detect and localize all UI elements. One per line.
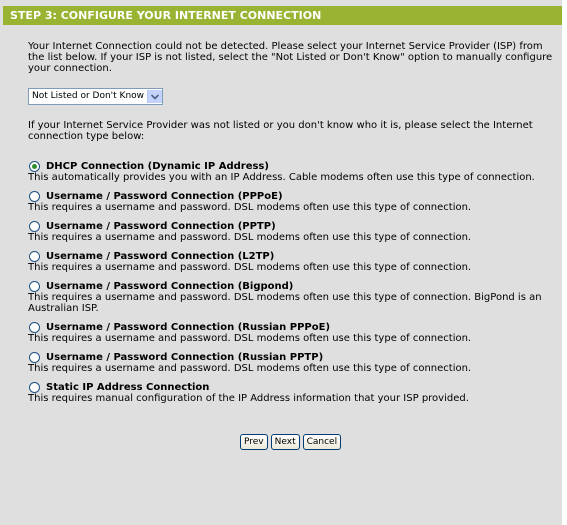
option-description: This requires a username and password. D… (28, 232, 472, 243)
radio-static-ip[interactable] (29, 381, 40, 393)
option-russian-pptp: Username / Password Connection (Russian … (28, 351, 557, 374)
option-pppoe: Username / Password Connection (PPPoE) T… (28, 190, 557, 213)
wizard-panel: STEP 3: CONFIGURE YOUR INTERNET CONNECTI… (0, 0, 562, 525)
option-label: Username / Password Connection (Bigpond) (46, 280, 294, 292)
option-label: Username / Password Connection (Russian … (46, 351, 324, 363)
option-l2tp: Username / Password Connection (L2TP) Th… (28, 250, 557, 273)
cancel-button[interactable]: Cancel (302, 434, 342, 450)
radio-dhcp[interactable] (29, 160, 40, 172)
option-label: Static IP Address Connection (46, 381, 210, 393)
radio-bigpond[interactable] (29, 280, 40, 292)
radio-pppoe[interactable] (29, 190, 40, 202)
option-description: This requires a username and password. D… (28, 333, 472, 344)
option-description: This requires a username and password. D… (28, 202, 472, 213)
isp-select-value: Not Listed or Don't Know (32, 91, 145, 101)
option-bigpond: Username / Password Connection (Bigpond)… (28, 280, 557, 314)
step-header: STEP 3: CONFIGURE YOUR INTERNET CONNECTI… (3, 6, 562, 25)
option-label: Username / Password Connection (Russian … (46, 321, 331, 333)
connection-type-prompt: If your Internet Service Provider was no… (28, 120, 533, 142)
option-label: Username / Password Connection (PPTP) (46, 220, 276, 232)
radio-russian-pptp[interactable] (29, 351, 40, 363)
option-description: This automatically provides you with an … (28, 172, 535, 183)
prev-button[interactable]: Prev (240, 434, 268, 450)
option-description: This requires a username and password. D… (28, 363, 472, 374)
option-description: This requires a username and password. D… (28, 292, 542, 314)
radio-pptp[interactable] (29, 220, 40, 232)
option-description: This requires manual configuration of th… (28, 393, 469, 404)
next-button[interactable]: Next (270, 434, 300, 450)
option-dhcp: DHCP Connection (Dynamic IP Address) Thi… (28, 160, 557, 183)
option-russian-pppoe: Username / Password Connection (Russian … (28, 321, 557, 344)
option-static-ip: Static IP Address Connection This requir… (28, 381, 557, 404)
option-label: Username / Password Connection (PPPoE) (46, 190, 283, 202)
isp-select[interactable]: Not Listed or Don't Know (28, 88, 164, 105)
radio-l2tp[interactable] (29, 250, 40, 262)
wizard-content: Your Internet Connection could not be de… (0, 25, 562, 525)
radio-russian-pppoe[interactable] (29, 321, 40, 333)
option-label: Username / Password Connection (L2TP) (46, 250, 275, 262)
wizard-buttons: Prev Next Cancel (240, 434, 342, 450)
chevron-down-icon[interactable] (147, 90, 163, 103)
option-description: This requires a username and password. D… (28, 262, 472, 273)
option-label: DHCP Connection (Dynamic IP Address) (46, 160, 269, 172)
option-pptp: Username / Password Connection (PPTP) Th… (28, 220, 557, 243)
intro-text: Your Internet Connection could not be de… (28, 41, 553, 74)
